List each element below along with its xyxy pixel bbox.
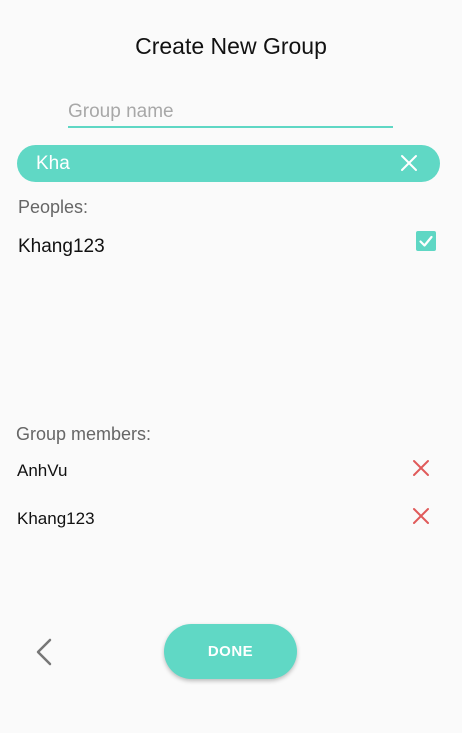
- member-name: Khang123: [17, 509, 95, 528]
- search-query[interactable]: Kha: [36, 153, 70, 175]
- member-name: AnhVu: [17, 461, 68, 480]
- create-group-screen: Create New Group Kha Peoples: Khang123 G…: [0, 0, 462, 733]
- peoples-label: Peoples:: [18, 197, 89, 217]
- chevron-left-icon[interactable]: [34, 638, 54, 666]
- page-title: Create New Group: [135, 33, 327, 59]
- group-name-input[interactable]: [68, 98, 393, 128]
- people-item-name: Khang123: [18, 236, 105, 257]
- remove-member-icon[interactable]: [412, 507, 430, 525]
- done-button[interactable]: DONE: [164, 624, 297, 679]
- check-icon: [419, 235, 433, 247]
- close-icon[interactable]: [400, 154, 418, 172]
- search-field[interactable]: Kha: [17, 145, 440, 182]
- group-members-label: Group members:: [16, 424, 152, 444]
- remove-member-icon[interactable]: [412, 459, 430, 477]
- people-item-checkbox[interactable]: [416, 231, 436, 251]
